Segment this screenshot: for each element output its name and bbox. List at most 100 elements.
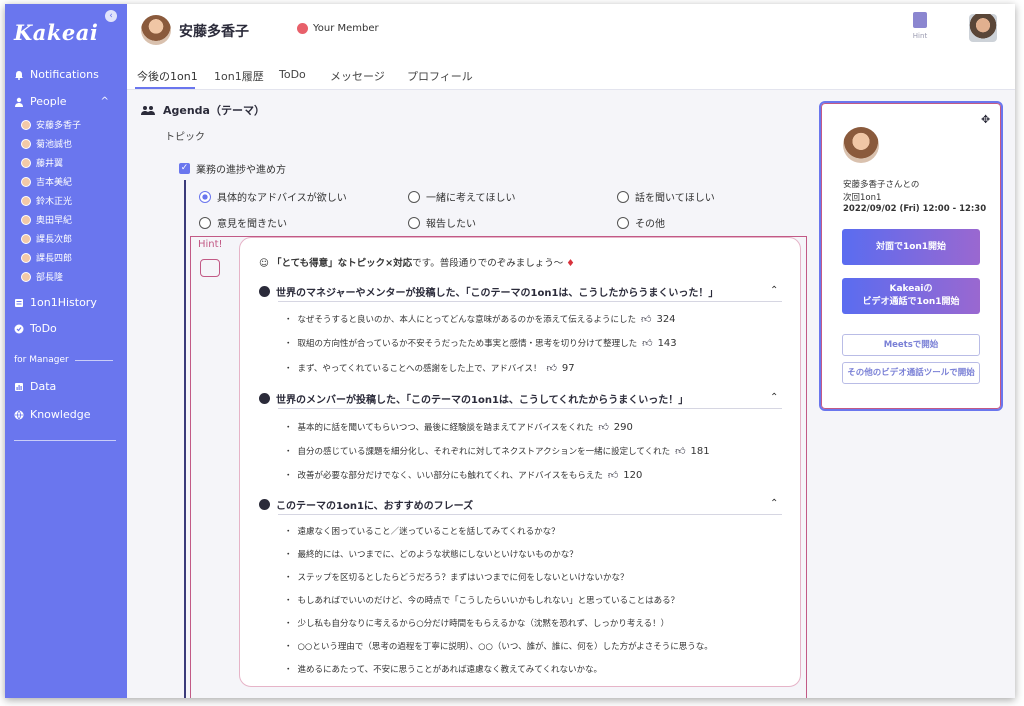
tab-history[interactable]: 1on1履歴 [214,68,264,84]
hint-button[interactable]: Hint [905,12,935,52]
thumbs-up-icon[interactable]: 👍︎ [546,362,556,374]
sidebar-person[interactable]: 課長次郎 [21,232,72,245]
agenda-title: Agenda（テーマ） [141,102,265,118]
person-icon [15,97,23,107]
sidebar-item-data[interactable]: Data [14,380,56,393]
radio-icon [617,216,629,229]
sidebar-person[interactable]: 菊池誠也 [21,137,72,150]
radio-option[interactable]: 具体的なアドバイスが欲しい [199,189,347,204]
sidebar-item-todo[interactable]: ToDo [14,322,57,335]
avatar [21,157,31,168]
hint-section-title: 世界のメンバーが投稿した、「このテーマの1on1は、こうしてくれたからうまくいっ… [259,391,688,406]
avatar [21,176,31,187]
next-1on1-card: ✥ 安藤多香子さんとの 次回1on1 2022/09/02 (Fri) 12:0… [819,101,1003,411]
member-name: 安藤多香子 [179,24,249,40]
tab-todo[interactable]: ToDo [279,68,306,81]
phrase-item: ・ステップを区切るとしたらどうだろう？まずはいつまでに何をしないといけないかな？ [284,573,629,583]
avatar [21,233,31,244]
list-item: ・取組の方向性が合っているか不安そうだったため事実と感情・思考を切り分けて整理し… [284,337,677,350]
sidebar-person[interactable]: 課長四郎 [21,251,72,264]
topic-indent-line [184,180,186,698]
tab-bar: 今後の1on1 1on1履歴 ToDo メッセージ プロフィール [127,56,1015,90]
avatar [21,214,31,225]
section-label-manager: for Manager [14,355,113,365]
divider [74,359,113,361]
radio-option[interactable]: 話を聞いてほしい [617,189,715,204]
hint-section-title: このテーマの1on1に、おすすめのフレーズ [259,497,473,512]
divider [278,301,782,302]
main-content: Agenda（テーマ） トピック ✓ 業務の進捗や進め方 具体的なアドバイスが欲… [127,90,1015,698]
people-icon [259,393,270,404]
tab-messages[interactable]: メッセージ [330,68,385,84]
divider [278,514,782,515]
bell-icon [15,70,23,80]
card-text: 次回1on1 [843,193,882,203]
hint-book-icon [913,12,927,28]
avatar [21,252,31,263]
chevron-up-icon[interactable]: ⌃ [770,498,778,509]
thumbs-up-outline-icon[interactable]: 👍︎ [598,421,608,433]
start-video-button[interactable]: Kakeaiの ビデオ通話で1on1開始 [842,278,980,314]
divider [278,408,782,409]
chevron-icon[interactable]: ‹ [105,10,117,22]
phrase-item: ・進めるにあたって、不安に思うことがあれば遠慮なく教えてみてくれないかな。 [284,665,602,675]
hint-intro: ☺ 「とても得意」なトピック×対応です。普段通りでのぞみましょう〜 ♦ [259,258,575,269]
thumbs-up-icon[interactable]: 👍︎ [608,469,618,481]
move-icon[interactable]: ✥ [981,113,990,126]
list-item: ・まず、やってくれていることへの感謝をした上で、アドバイス！ 👍︎ 97 [284,362,575,375]
app-window: Kakeai ‹ Notifications People ^ 安藤多香子 菊池… [5,4,1015,698]
globe-icon [259,286,270,297]
thumbs-up-icon[interactable]: 👍︎ [675,445,685,457]
radio-selected-icon [199,190,211,203]
tab-profile[interactable]: プロフィール [407,68,473,84]
thumbs-up-icon[interactable]: 👍︎ [642,337,652,349]
sidebar-item-people[interactable]: People ^ [14,95,109,108]
hint-panel: ☺ 「とても得意」なトピック×対応です。普段通りでのぞみましょう〜 ♦ 世界のマ… [239,237,801,687]
user-avatar[interactable] [969,14,997,42]
start-inperson-button[interactable]: 対面で1on1開始 [842,229,980,265]
sidebar-item-label: 1on1History [30,296,97,309]
sidebar-item-knowledge[interactable]: Knowledge [14,408,90,421]
radio-icon [617,190,629,203]
globe-icon [14,410,24,419]
sidebar-person[interactable]: 藤井翼 [21,156,63,169]
radio-icon [408,216,420,229]
sidebar-item-notifications[interactable]: Notifications [14,68,99,81]
avatar [21,195,31,206]
sidebar-person[interactable]: 吉本美紀 [21,175,72,188]
start-meets-button[interactable]: Meetsで開始 [842,334,980,356]
sidebar-person[interactable]: 奥田早紀 [21,213,72,226]
history-icon [15,298,23,307]
radio-option[interactable]: 意見を聞きたい [199,215,287,230]
card-datetime: 2022/09/02 (Fri) 12:00 - 12:30 [843,204,987,214]
chevron-up-icon[interactable]: ^ [101,96,109,107]
checkbox-checked-icon: ✓ [179,163,190,174]
avatar [21,271,31,282]
sidebar-person[interactable]: 部長隆 [21,270,63,283]
chart-icon [15,382,23,391]
chat-bubble-icon [259,499,270,510]
radio-option[interactable]: その他 [617,215,665,230]
sidebar-item-label: Data [30,380,57,393]
topic-label: トピック [165,132,205,143]
sidebar-item-history[interactable]: 1on1History [14,296,97,309]
avatar [141,15,171,45]
radio-option[interactable]: 一緒に考えてほしい [408,189,516,204]
sidebar-item-label: People [30,95,67,108]
start-other-tool-button[interactable]: その他のビデオ通話ツールで開始 [842,362,980,384]
avatar [21,138,31,149]
chevron-up-icon[interactable]: ⌃ [770,392,778,403]
phrase-item: ・遠慮なく困っていること／迷っていることを話してみてくれるかな？ [284,527,560,537]
avatar [843,127,879,163]
thumbs-up-outline-icon[interactable]: 👍︎ [641,313,651,325]
avatar [21,119,31,130]
chevron-up-icon[interactable]: ⌃ [770,285,778,296]
phrase-item: ・ ○○という理由で（思考の過程を丁寧に説明）、○○（いつ、誰が、誰に、何を）した… [284,642,713,652]
sidebar-person[interactable]: 鈴木正光 [21,194,72,207]
tab-upcoming[interactable]: 今後の1on1 [137,68,198,84]
radio-option[interactable]: 報告したい [408,215,476,230]
hint-section-title: 世界のマネジャーやメンターが投稿した、「このテーマの1on1は、こうしたからうま… [259,284,718,299]
sidebar-person[interactable]: 安藤多香子 [21,118,81,131]
app-logo: Kakeai [14,20,99,45]
topic-checkbox[interactable]: ✓ 業務の進捗や進め方 [179,161,286,176]
